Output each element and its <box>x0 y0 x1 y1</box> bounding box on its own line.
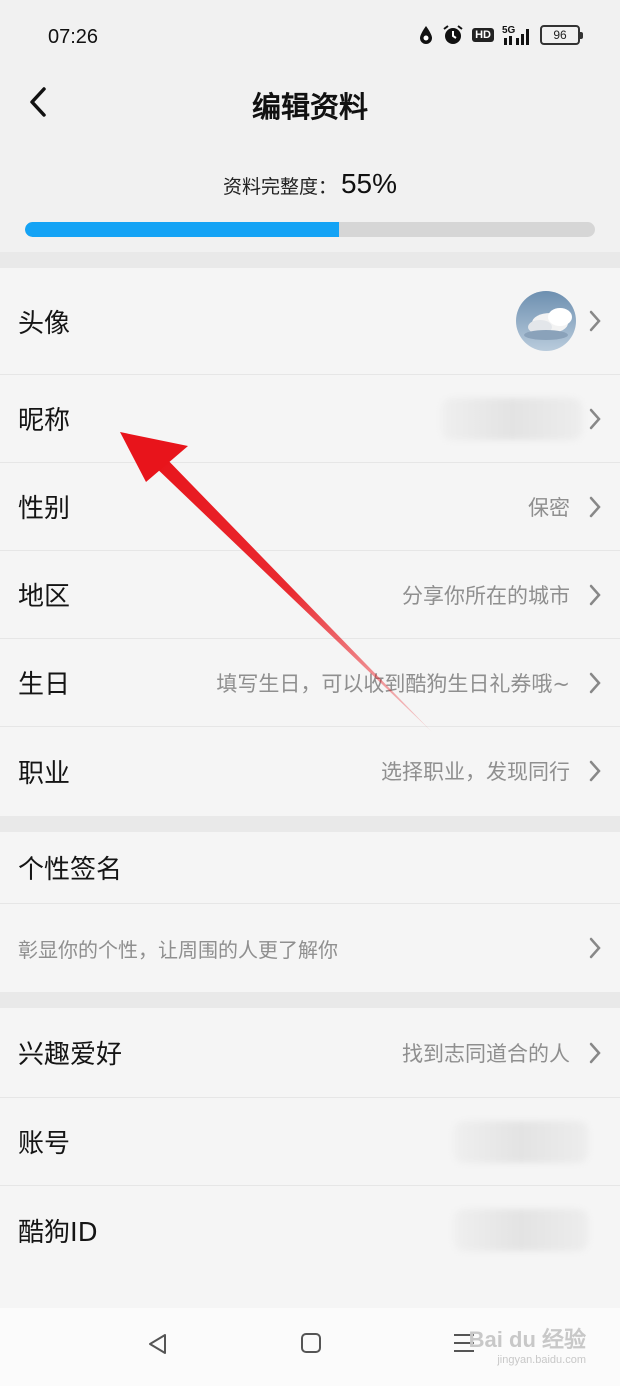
nav-bar: 编辑资料 <box>0 70 620 140</box>
completeness-progress-bar <box>25 222 595 237</box>
row-label-interests: 兴趣爱好 <box>18 1040 123 1070</box>
svg-text:5G: 5G <box>502 25 516 36</box>
system-navigation-bar: Bai du 经验 jingyan.baidu.com <box>0 1308 620 1386</box>
row-occupation[interactable]: 职业 选择职业，发现同行 <box>0 727 620 815</box>
section-divider <box>0 992 620 1008</box>
completeness-value: 55% <box>340 168 398 199</box>
row-value-birthday: 填写生日，可以收到酷狗生日礼券哦~ <box>216 671 570 696</box>
row-label-birthday: 生日 <box>18 670 71 700</box>
signature-title: 个性签名 <box>18 855 123 885</box>
kugou-id-value-blurred <box>454 1209 588 1251</box>
completeness-progress-fill <box>25 222 339 237</box>
row-account[interactable]: 账号 <box>0 1098 620 1186</box>
row-label-region: 地区 <box>18 582 71 612</box>
account-value-blurred <box>454 1120 588 1163</box>
nickname-value-blurred <box>442 397 582 440</box>
row-label-gender: 性别 <box>18 494 71 524</box>
profile-basic-section: 头像 昵称 性别 保密 地区 分享你所在的城市 生日 填写生日，可以收到酷狗生日… <box>0 268 620 816</box>
row-avatar[interactable]: 头像 <box>0 268 620 375</box>
row-signature-edit[interactable]: 彰显你的个性，让周围的人更了解你 <box>0 904 620 992</box>
chevron-right-icon <box>589 584 601 605</box>
chevron-right-icon <box>589 672 601 693</box>
home-square-icon[interactable] <box>300 1332 322 1354</box>
avatar[interactable] <box>516 291 576 351</box>
row-interests[interactable]: 兴趣爱好 找到志同道合的人 <box>0 1008 620 1098</box>
row-value-region: 分享你所在的城市 <box>402 583 570 608</box>
row-region[interactable]: 地区 分享你所在的城市 <box>0 551 620 639</box>
row-label-avatar: 头像 <box>18 308 71 339</box>
chevron-right-icon <box>589 937 601 959</box>
status-time: 07:26 <box>48 26 99 48</box>
water-drop-icon <box>420 26 433 44</box>
chevron-right-icon <box>589 496 601 517</box>
completeness-label: 资料完整度： <box>222 176 337 198</box>
watermark-url: jingyan.baidu.com <box>497 1354 586 1366</box>
battery-icon: 96 <box>540 25 583 45</box>
signature-section: 个性签名 彰显你的个性，让周围的人更了解你 <box>0 832 620 992</box>
section-divider <box>0 816 620 832</box>
row-label-occupation: 职业 <box>18 758 71 789</box>
row-gender[interactable]: 性别 保密 <box>0 463 620 551</box>
chevron-right-icon <box>589 408 601 429</box>
row-value-gender: 保密 <box>528 495 570 520</box>
back-triangle-icon[interactable] <box>146 1332 170 1356</box>
avatar-image <box>516 291 576 351</box>
row-label-kugou-id: 酷狗ID <box>18 1217 98 1248</box>
signature-placeholder: 彰显你的个性，让周围的人更了解你 <box>18 937 338 962</box>
page-title: 编辑资料 <box>251 90 368 124</box>
account-section: 兴趣爱好 找到志同道合的人 账号 酷狗ID <box>0 1008 620 1308</box>
row-value-interests: 找到志同道合的人 <box>402 1041 570 1066</box>
row-birthday[interactable]: 生日 填写生日，可以收到酷狗生日礼券哦~ <box>0 639 620 727</box>
status-icons: HD 5G 96 <box>418 24 583 46</box>
alarm-icon <box>443 25 463 44</box>
row-value-occupation: 选择职业，发现同行 <box>381 760 570 784</box>
signal-5g-icon: 5G <box>502 25 529 45</box>
row-nickname[interactable]: 昵称 <box>0 375 620 463</box>
section-divider <box>0 252 620 268</box>
row-signature-title: 个性签名 <box>0 832 620 904</box>
row-label-nickname: 昵称 <box>18 406 71 436</box>
chevron-right-icon <box>589 1042 601 1063</box>
watermark-logo: Bai du 经验 <box>468 1327 586 1352</box>
chevron-right-icon <box>589 760 601 782</box>
status-bar: 07:26 HD 5G 96 <box>0 0 620 70</box>
chevron-right-icon <box>589 310 601 332</box>
row-kugou-id[interactable]: 酷狗ID <box>0 1186 620 1274</box>
completeness-summary: 资料完整度： 55% <box>0 168 620 200</box>
row-label-account: 账号 <box>18 1129 71 1159</box>
hd-icon: HD <box>472 28 494 42</box>
